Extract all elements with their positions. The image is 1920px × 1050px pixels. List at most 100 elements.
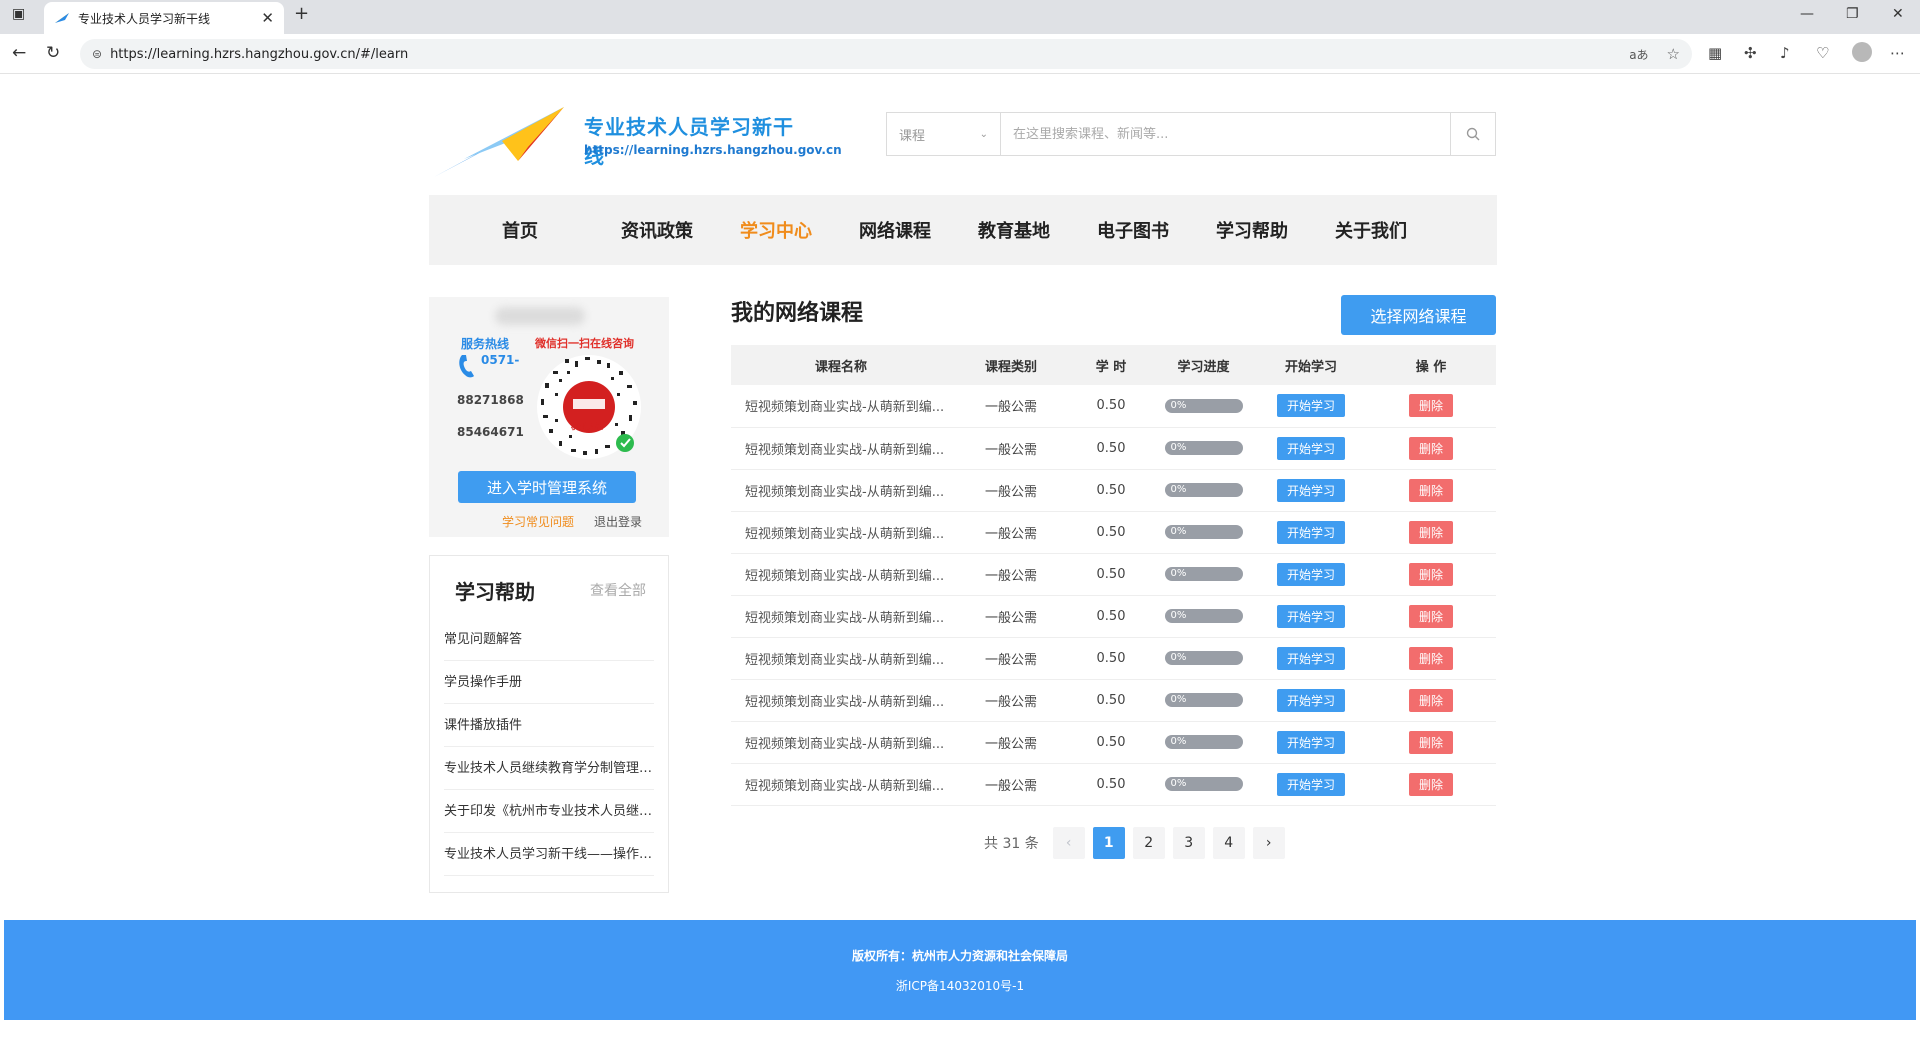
nav-item-home[interactable]: 首页 xyxy=(502,217,621,243)
pagination-page[interactable]: 1 xyxy=(1092,827,1125,859)
delete-course-button[interactable]: 删除 xyxy=(1408,604,1453,628)
table-row: 短视频策划商业实战-从萌新到编... 一般公需 0.50 0% 开始学习 删除 xyxy=(731,553,1496,596)
new-tab-icon[interactable]: + xyxy=(294,3,309,24)
profile-avatar[interactable] xyxy=(1852,42,1872,62)
course-category-cell: 一般公需 xyxy=(951,763,1071,806)
start-learning-button[interactable]: 开始学习 xyxy=(1276,604,1345,628)
minimize-icon[interactable]: — xyxy=(1800,6,1814,22)
url-box[interactable]: ⊜ https://learning.hzrs.hangzhou.gov.cn/… xyxy=(80,39,1692,69)
help-view-all-link[interactable]: 查看全部 xyxy=(590,580,646,600)
site-logo[interactable]: 专业技术人员学习新干线 https://learning.hzrs.hangzh… xyxy=(434,99,842,179)
start-learning-button[interactable]: 开始学习 xyxy=(1276,730,1345,754)
course-hours-cell: 0.50 xyxy=(1071,469,1151,512)
course-name-cell[interactable]: 短视频策划商业实战-从萌新到编... xyxy=(731,427,951,470)
footer-icp[interactable]: 浙ICP备14032010号-1 xyxy=(4,977,1916,994)
search-input[interactable] xyxy=(1001,113,1450,155)
help-item[interactable]: 课件播放插件 xyxy=(444,704,654,747)
progress-bar: 0% xyxy=(1164,735,1243,749)
nav-item-online-courses[interactable]: 网络课程 xyxy=(859,217,978,243)
start-learning-button[interactable]: 开始学习 xyxy=(1276,478,1345,502)
nav-item-education-base[interactable]: 教育基地 xyxy=(978,217,1097,243)
delete-course-button[interactable]: 删除 xyxy=(1408,688,1453,712)
browser-titlebar: ▣ 专业技术人员学习新干线 ✕ + — ❐ ✕ xyxy=(0,0,1920,34)
nav-item-news-policy[interactable]: 资讯政策 xyxy=(621,217,740,243)
course-name-cell[interactable]: 短视频策划商业实战-从萌新到编... xyxy=(731,385,951,428)
pagination-page[interactable]: 4 xyxy=(1212,827,1245,859)
tab-close-icon[interactable]: ✕ xyxy=(261,9,274,27)
nav-item-about-us[interactable]: 关于我们 xyxy=(1335,217,1454,243)
browser-tab[interactable]: 专业技术人员学习新干线 ✕ xyxy=(44,2,284,34)
progress-label: 0% xyxy=(1170,652,1187,663)
learning-faq-link[interactable]: 学习常见问题 xyxy=(502,513,574,530)
health-icon[interactable]: ♡ xyxy=(1816,44,1829,62)
delete-course-button[interactable]: 删除 xyxy=(1408,646,1453,670)
back-icon[interactable]: ← xyxy=(12,43,26,63)
courses-table-body: 短视频策划商业实战-从萌新到编... 一般公需 0.50 0% 开始学习 删除 短视频策划商… xyxy=(731,385,1496,806)
enter-hours-management-button[interactable]: 进入学时管理系统 xyxy=(458,471,636,503)
start-learning-button[interactable]: 开始学习 xyxy=(1276,772,1345,796)
choose-online-course-button[interactable]: 选择网络课程 xyxy=(1341,295,1496,335)
read-aloud-icon[interactable]: aあ xyxy=(1629,46,1648,63)
start-learning-button[interactable]: 开始学习 xyxy=(1276,646,1345,670)
search-category-select[interactable]: 课程 ⌄ xyxy=(887,113,1001,155)
pagination-page[interactable]: 2 xyxy=(1132,827,1165,859)
course-name-cell[interactable]: 短视频策划商业实战-从萌新到编... xyxy=(731,637,951,680)
table-row: 短视频策划商业实战-从萌新到编... 一般公需 0.50 0% 开始学习 删除 xyxy=(731,721,1496,764)
phone-number-2: 85464671 xyxy=(457,425,524,439)
restore-icon[interactable]: ❐ xyxy=(1846,6,1859,22)
site-favicon-icon xyxy=(54,10,70,26)
help-item[interactable]: 关于印发《杭州市专业技术人员继续教育》 xyxy=(444,790,654,833)
start-learning-button[interactable]: 开始学习 xyxy=(1276,520,1345,544)
course-name-cell[interactable]: 短视频策划商业实战-从萌新到编... xyxy=(731,679,951,722)
reload-icon[interactable]: ↻ xyxy=(46,43,60,63)
course-name-cell[interactable]: 短视频策划商业实战-从萌新到编... xyxy=(731,595,951,638)
logout-link[interactable]: 退出登录 xyxy=(594,513,642,530)
delete-course-button[interactable]: 删除 xyxy=(1408,394,1453,418)
delete-course-button[interactable]: 删除 xyxy=(1408,478,1453,502)
progress-bar: 0% xyxy=(1164,777,1243,791)
sidebar-toggle-icon[interactable]: ▣ xyxy=(12,6,25,22)
delete-course-button[interactable]: 删除 xyxy=(1408,436,1453,460)
nav-item-ebooks[interactable]: 电子图书 xyxy=(1097,217,1216,243)
course-hours-cell: 0.50 xyxy=(1071,679,1151,722)
course-name-cell[interactable]: 短视频策划商业实战-从萌新到编... xyxy=(731,469,951,512)
course-actions-cell: 删除 xyxy=(1366,637,1496,680)
start-learning-button[interactable]: 开始学习 xyxy=(1276,688,1345,712)
help-item[interactable]: 学员操作手册 xyxy=(444,661,654,704)
start-learning-button[interactable]: 开始学习 xyxy=(1276,562,1345,586)
search-button[interactable] xyxy=(1450,113,1495,155)
favorite-star-icon[interactable]: ☆ xyxy=(1667,45,1680,63)
help-item[interactable]: 常见问题解答 xyxy=(444,618,654,661)
help-item[interactable]: 专业技术人员学习新干线——操作指南 xyxy=(444,833,654,876)
nav-item-learning-help[interactable]: 学习帮助 xyxy=(1216,217,1335,243)
progress-label: 0% xyxy=(1170,484,1187,495)
progress-label: 0% xyxy=(1170,526,1187,537)
course-name-cell[interactable]: 短视频策划商业实战-从萌新到编... xyxy=(731,763,951,806)
course-name-cell[interactable]: 短视频策划商业实战-从萌新到编... xyxy=(731,511,951,554)
delete-course-button[interactable]: 删除 xyxy=(1408,772,1453,796)
window-close-icon[interactable]: ✕ xyxy=(1892,6,1904,22)
start-learning-button[interactable]: 开始学习 xyxy=(1276,436,1345,460)
phone-icon xyxy=(459,355,474,378)
pagination-page[interactable]: 3 xyxy=(1172,827,1205,859)
start-learning-button[interactable]: 开始学习 xyxy=(1276,394,1345,418)
course-name-cell[interactable]: 短视频策划商业实战-从萌新到编... xyxy=(731,721,951,764)
delete-course-button[interactable]: 删除 xyxy=(1408,520,1453,544)
course-name-cell[interactable]: 短视频策划商业实战-从萌新到编... xyxy=(731,553,951,596)
favorites-bar-icon[interactable]: ♪ xyxy=(1780,44,1790,62)
progress-label: 0% xyxy=(1170,442,1187,453)
delete-course-button[interactable]: 删除 xyxy=(1408,562,1453,586)
pagination-total: 共 31 条 xyxy=(984,836,1039,852)
course-progress-cell: 0% xyxy=(1151,679,1256,722)
collections-icon[interactable]: ▦ xyxy=(1708,44,1722,62)
site-info-icon[interactable]: ⊜ xyxy=(92,47,102,61)
url-text[interactable]: https://learning.hzrs.hangzhou.gov.cn/#/… xyxy=(110,47,1629,62)
pagination-prev-button[interactable]: ‹ xyxy=(1052,827,1085,859)
nav-item-learning-center[interactable]: 学习中心 xyxy=(740,217,859,243)
extensions-icon[interactable]: ✣ xyxy=(1744,44,1757,62)
help-item[interactable]: 专业技术人员继续教育学分制管理办法 xyxy=(444,747,654,790)
more-menu-icon[interactable]: ⋯ xyxy=(1890,44,1905,62)
pagination-next-button[interactable]: › xyxy=(1252,827,1285,859)
delete-course-button[interactable]: 删除 xyxy=(1408,730,1453,754)
course-actions-cell: 删除 xyxy=(1366,721,1496,764)
